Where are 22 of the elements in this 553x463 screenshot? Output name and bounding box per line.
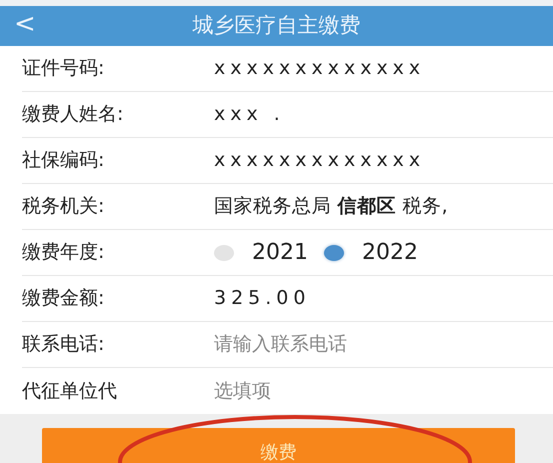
field-label: 证件号码: — [22, 56, 106, 82]
radio-label: 2021 — [252, 239, 308, 267]
screen-title: 城乡医疗自主缴费 — [192, 12, 360, 40]
field-label: 税务机关: — [22, 194, 106, 220]
field-label: 缴费年度: — [22, 240, 106, 266]
field-value: 325.00 — [214, 286, 310, 312]
pay-button[interactable]: 缴费 — [42, 428, 515, 463]
field-label: 联系电话: — [22, 332, 106, 358]
field-value: xxxxxxxxxxxxx — [214, 56, 426, 82]
field-label: 缴费人姓名: — [22, 102, 124, 128]
field-value: 国家税务总局 信都区 税务, — [214, 194, 448, 220]
field-value: xxx . — [214, 102, 285, 128]
field-label: 社保编码: — [22, 148, 106, 174]
field-value: xxxxxxxxxxxxx — [214, 148, 426, 174]
radio-label: 2022 — [362, 239, 418, 267]
back-button[interactable]: < — [14, 9, 36, 39]
input-field[interactable]: 请输入联系电话 — [214, 330, 514, 359]
field-label: 缴费金额: — [22, 286, 106, 312]
field-label: 代征单位代 — [22, 378, 118, 404]
radio-button[interactable] — [214, 244, 234, 260]
input-field[interactable]: 选填项 — [214, 376, 514, 406]
radio-button[interactable] — [324, 244, 344, 260]
